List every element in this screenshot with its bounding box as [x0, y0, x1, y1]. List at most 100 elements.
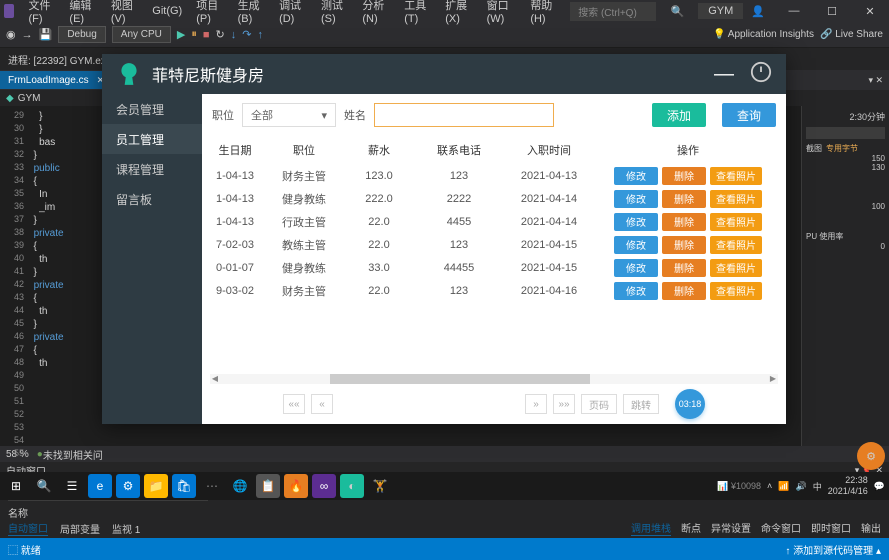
- pause-icon[interactable]: ⏸: [191, 28, 197, 41]
- edit-button[interactable]: 修改: [614, 259, 658, 277]
- tab-output[interactable]: 输出: [861, 520, 881, 536]
- close-button[interactable]: ✕: [855, 3, 885, 20]
- store-icon[interactable]: 🛍: [172, 474, 196, 498]
- tab-command[interactable]: 命令窗口: [761, 520, 801, 536]
- delete-button[interactable]: 删除: [662, 236, 706, 254]
- minimize-button[interactable]: —: [779, 3, 809, 19]
- wifi-icon[interactable]: 📶: [778, 481, 789, 492]
- edit-button[interactable]: 修改: [614, 167, 658, 185]
- page-number-input[interactable]: 页码: [581, 394, 617, 414]
- app-icon-2[interactable]: 🔥: [284, 474, 308, 498]
- jump-button[interactable]: 跳转: [623, 394, 659, 414]
- task-view-icon[interactable]: ☰: [60, 474, 84, 498]
- maximize-button[interactable]: ☐: [817, 3, 847, 20]
- step-out-icon[interactable]: ↑: [257, 29, 263, 41]
- chrome-icon[interactable]: 🌐: [228, 474, 252, 498]
- save-icon[interactable]: 💾: [39, 28, 53, 41]
- tab-watch[interactable]: 监视 1: [112, 521, 140, 536]
- sidebar-item-messages[interactable]: 留言板: [102, 184, 202, 214]
- scroll-right-icon[interactable]: ▶: [768, 374, 778, 384]
- edge-icon[interactable]: e: [88, 474, 112, 498]
- menu-tools[interactable]: 工具(T): [398, 0, 437, 27]
- scroll-left-icon[interactable]: ◀: [210, 374, 220, 384]
- edit-button[interactable]: 修改: [614, 236, 658, 254]
- nav-back-icon[interactable]: ◉: [6, 28, 16, 41]
- scroll-thumb[interactable]: [330, 374, 590, 384]
- continue-button[interactable]: ▶: [177, 28, 185, 41]
- position-select[interactable]: 全部▾: [242, 103, 336, 127]
- view-photo-button[interactable]: 查看照片: [710, 190, 762, 208]
- app-insights[interactable]: 💡 Application Insights: [713, 29, 814, 40]
- explorer-icon[interactable]: 📁: [144, 474, 168, 498]
- tab-breakpoints[interactable]: 断点: [681, 520, 701, 536]
- subtab-gym[interactable]: GYM: [18, 93, 41, 104]
- vs-search-input[interactable]: 搜索 (Ctrl+Q): [570, 2, 656, 21]
- user-icon[interactable]: 👤: [745, 3, 771, 20]
- delete-button[interactable]: 删除: [662, 282, 706, 300]
- tab-auto-window[interactable]: 自动窗口: [8, 520, 48, 536]
- tray-up-icon[interactable]: ˄: [767, 481, 772, 491]
- nav-fwd-icon[interactable]: →: [22, 29, 33, 41]
- clock[interactable]: 22:38 2021/4/16: [828, 475, 868, 497]
- app-icon-1[interactable]: 📋: [256, 474, 280, 498]
- edit-button[interactable]: 修改: [614, 213, 658, 231]
- notifications-icon[interactable]: 💬: [874, 481, 885, 492]
- menu-analyze[interactable]: 分析(N): [356, 0, 396, 27]
- view-photo-button[interactable]: 查看照片: [710, 259, 762, 277]
- ime-icon[interactable]: 中: [813, 480, 822, 493]
- view-photo-button[interactable]: 查看照片: [710, 282, 762, 300]
- delete-button[interactable]: 删除: [662, 213, 706, 231]
- menu-debug[interactable]: 调试(D): [273, 0, 313, 27]
- page-prev-button[interactable]: «: [311, 394, 333, 414]
- delete-button[interactable]: 删除: [662, 167, 706, 185]
- menu-edit[interactable]: 编辑(E): [63, 0, 102, 27]
- panel-controls[interactable]: ▾ ✕: [868, 75, 889, 86]
- config-select[interactable]: Debug: [58, 26, 105, 43]
- platform-select[interactable]: Any CPU: [112, 26, 171, 43]
- volume-icon[interactable]: 🔊: [796, 481, 807, 492]
- view-photo-button[interactable]: 查看照片: [710, 167, 762, 185]
- view-photo-button[interactable]: 查看照片: [710, 236, 762, 254]
- sidebar-item-employees[interactable]: 员工管理: [102, 124, 202, 154]
- edit-button[interactable]: 修改: [614, 282, 658, 300]
- gym-app-icon[interactable]: 🏋: [368, 474, 392, 498]
- horizontal-scrollbar[interactable]: ◀ ▶: [210, 374, 778, 384]
- menu-extensions[interactable]: 扩展(X): [439, 0, 478, 27]
- status-source-control[interactable]: ↑ 添加到源代码管理 ▴: [785, 542, 881, 557]
- more-icon[interactable]: ⋯: [200, 474, 224, 498]
- edit-button[interactable]: 修改: [614, 190, 658, 208]
- restart-icon[interactable]: ↻: [216, 28, 225, 41]
- settings-icon[interactable]: ⚙: [116, 474, 140, 498]
- menu-view[interactable]: 视图(V): [105, 0, 144, 27]
- live-share[interactable]: 🔗 Live Share: [820, 29, 883, 40]
- page-next-button[interactable]: »: [525, 394, 547, 414]
- app-close-button[interactable]: [750, 61, 772, 88]
- menu-help[interactable]: 帮助(H): [524, 0, 564, 27]
- add-button[interactable]: 添加: [652, 103, 706, 127]
- app-icon-3[interactable]: ◐: [340, 474, 364, 498]
- menu-build[interactable]: 生成(B): [232, 0, 271, 27]
- stock-widget[interactable]: 📊 ¥10098: [717, 481, 761, 492]
- page-first-button[interactable]: ««: [283, 394, 305, 414]
- step-over-icon[interactable]: ↷: [242, 28, 251, 41]
- name-input[interactable]: [374, 103, 554, 127]
- search-icon[interactable]: 🔍: [664, 3, 690, 20]
- tab-callstack[interactable]: 调用堆栈: [631, 520, 671, 536]
- app-minimize-button[interactable]: —: [714, 63, 734, 86]
- search-icon[interactable]: 🔍: [32, 474, 56, 498]
- page-last-button[interactable]: »»: [553, 394, 575, 414]
- tab-exceptions[interactable]: 异常设置: [711, 520, 751, 536]
- menu-window[interactable]: 窗口(W): [481, 0, 523, 27]
- gear-overlay-icon[interactable]: ⚙: [857, 442, 885, 470]
- tab-frmloadimage[interactable]: FrmLoadImage.cs✕: [0, 71, 112, 89]
- stop-icon[interactable]: ■: [203, 29, 210, 41]
- sidebar-item-courses[interactable]: 课程管理: [102, 154, 202, 184]
- tab-immediate[interactable]: 即时窗口: [811, 520, 851, 536]
- vs-icon[interactable]: ∞: [312, 474, 336, 498]
- menu-git[interactable]: Git(G): [146, 3, 188, 19]
- step-into-icon[interactable]: ↓: [231, 29, 237, 41]
- start-button[interactable]: ⊞: [4, 474, 28, 498]
- tab-locals[interactable]: 局部变量: [60, 521, 100, 536]
- menu-test[interactable]: 测试(S): [315, 0, 354, 27]
- query-button[interactable]: 查询: [722, 103, 776, 127]
